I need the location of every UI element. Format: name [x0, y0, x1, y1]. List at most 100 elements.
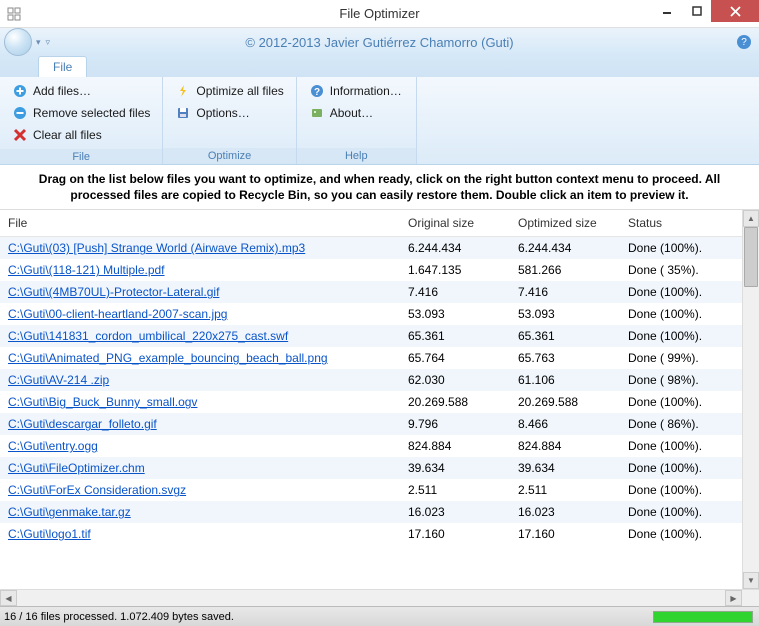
quick-access-toolbar[interactable]: ▾▿ — [36, 37, 50, 48]
table-row[interactable]: C:\Guti\00-client-heartland-2007-scan.jp… — [0, 303, 742, 325]
col-header-original[interactable]: Original size — [400, 210, 510, 237]
minimize-button[interactable] — [651, 0, 681, 22]
file-link[interactable]: C:\Guti\(118-121) Multiple.pdf — [8, 263, 165, 277]
vertical-scrollbar[interactable]: ▲ ▼ — [742, 210, 759, 589]
table-row[interactable]: C:\Guti\entry.ogg824.884824.884Done (100… — [0, 435, 742, 457]
cell-file[interactable]: C:\Guti\(03) [Push] Strange World (Airwa… — [0, 237, 400, 260]
cell-original: 53.093 — [400, 303, 510, 325]
clear-files-label: Clear all files — [33, 128, 102, 142]
cell-file[interactable]: C:\Guti\logo1.tif — [0, 523, 400, 545]
table-row[interactable]: C:\Guti\141831_cordon_umbilical_220x275_… — [0, 325, 742, 347]
add-files-label: Add files… — [33, 84, 91, 98]
scroll-thumb[interactable] — [744, 227, 758, 287]
options-label: Options… — [196, 106, 249, 120]
cell-optimized: 20.269.588 — [510, 391, 620, 413]
file-link[interactable]: C:\Guti\entry.ogg — [8, 439, 98, 453]
table-row[interactable]: C:\Guti\(4MB70UL)-Protector-Lateral.gif 7… — [0, 281, 742, 303]
file-link[interactable]: C:\Guti\genmake.tar.gz — [8, 505, 131, 519]
file-link[interactable]: C:\Guti\FileOptimizer.chm — [8, 461, 145, 475]
disk-icon — [175, 105, 191, 121]
ribbon-group-optimize: Optimize all files Options… Optimize — [163, 77, 296, 164]
close-button[interactable] — [711, 0, 759, 22]
cell-original: 16.023 — [400, 501, 510, 523]
header: ▾▿ © 2012-2013 Javier Gutiérrez Chamorro… — [0, 28, 759, 56]
cell-original: 7.416 — [400, 281, 510, 303]
table-header-row: File Original size Optimized size Status — [0, 210, 742, 237]
cell-file[interactable]: C:\Guti\00-client-heartland-2007-scan.jp… — [0, 303, 400, 325]
file-link[interactable]: C:\Guti\logo1.tif — [8, 527, 91, 541]
window-controls — [651, 0, 759, 22]
help-icon[interactable]: ? — [737, 35, 751, 49]
file-link[interactable]: C:\Guti\00-client-heartland-2007-scan.jp… — [8, 307, 227, 321]
cell-status: Done ( 86%). — [620, 413, 742, 435]
scroll-left-button[interactable]: ◀ — [0, 590, 17, 606]
clear-files-button[interactable]: Clear all files — [8, 125, 154, 145]
options-button[interactable]: Options… — [171, 103, 287, 123]
cell-optimized: 581.266 — [510, 259, 620, 281]
cell-original: 39.634 — [400, 457, 510, 479]
table-row[interactable]: C:\Guti\genmake.tar.gz16.02316.023Done (… — [0, 501, 742, 523]
app-orb[interactable] — [4, 28, 32, 56]
about-icon — [309, 105, 325, 121]
hscroll-track[interactable] — [17, 590, 725, 606]
information-button[interactable]: ? Information… — [305, 81, 408, 101]
table-row[interactable]: C:\Guti\descargar_folleto.gif9.7968.466D… — [0, 413, 742, 435]
remove-files-label: Remove selected files — [33, 106, 150, 120]
table-row[interactable]: C:\Guti\Big_Buck_Bunny_small.ogv 20.269.5… — [0, 391, 742, 413]
cell-file[interactable]: C:\Guti\Big_Buck_Bunny_small.ogv — [0, 391, 400, 413]
maximize-button[interactable] — [681, 0, 711, 22]
ribbon-group-help: ? Information… About… Help — [297, 77, 417, 164]
file-link[interactable]: C:\Guti\Animated_PNG_example_bouncing_be… — [8, 351, 328, 365]
optimize-all-label: Optimize all files — [196, 84, 283, 98]
statusbar: 16 / 16 files processed. 1.072.409 bytes… — [0, 606, 759, 626]
file-table[interactable]: File Original size Optimized size Status… — [0, 210, 742, 545]
table-row[interactable]: C:\Guti\AV-214 .zip62.03061.106Done ( 98… — [0, 369, 742, 391]
cell-file[interactable]: C:\Guti\AV-214 .zip — [0, 369, 400, 391]
file-link[interactable]: C:\Guti\ForEx Consideration.svgz — [8, 483, 186, 497]
table-row[interactable]: C:\Guti\FileOptimizer.chm39.63439.634Don… — [0, 457, 742, 479]
cell-file[interactable]: C:\Guti\genmake.tar.gz — [0, 501, 400, 523]
cell-status: Done (100%). — [620, 501, 742, 523]
cell-optimized: 6.244.434 — [510, 237, 620, 260]
file-link[interactable]: C:\Guti\(4MB70UL)-Protector-Lateral.gif — [8, 285, 219, 299]
scroll-right-button[interactable]: ▶ — [725, 590, 742, 606]
tab-file[interactable]: File — [38, 56, 87, 77]
col-header-optimized[interactable]: Optimized size — [510, 210, 620, 237]
remove-files-button[interactable]: Remove selected files — [8, 103, 154, 123]
cell-file[interactable]: C:\Guti\ForEx Consideration.svgz — [0, 479, 400, 501]
table-row[interactable]: C:\Guti\(03) [Push] Strange World (Airwa… — [0, 237, 742, 260]
table-row[interactable]: C:\Guti\Animated_PNG_example_bouncing_be… — [0, 347, 742, 369]
scroll-up-button[interactable]: ▲ — [743, 210, 759, 227]
table-row[interactable]: C:\Guti\(118-121) Multiple.pdf1.647.1355… — [0, 259, 742, 281]
svg-text:?: ? — [314, 87, 320, 98]
cell-file[interactable]: C:\Guti\(118-121) Multiple.pdf — [0, 259, 400, 281]
add-files-button[interactable]: Add files… — [8, 81, 154, 101]
col-header-status[interactable]: Status — [620, 210, 742, 237]
file-link[interactable]: C:\Guti\(03) [Push] Strange World (Airwa… — [8, 241, 305, 255]
ribbon-group-file: Add files… Remove selected files Clear a… — [0, 77, 163, 164]
file-link[interactable]: C:\Guti\descargar_folleto.gif — [8, 417, 157, 431]
about-label: About… — [330, 106, 373, 120]
cell-status: Done (100%). — [620, 479, 742, 501]
cell-file[interactable]: C:\Guti\descargar_folleto.gif — [0, 413, 400, 435]
table-row[interactable]: C:\Guti\logo1.tif17.16017.160Done (100%)… — [0, 523, 742, 545]
cell-file[interactable]: C:\Guti\entry.ogg — [0, 435, 400, 457]
cell-original: 65.361 — [400, 325, 510, 347]
file-link[interactable]: C:\Guti\AV-214 .zip — [8, 373, 109, 387]
optimize-all-button[interactable]: Optimize all files — [171, 81, 287, 101]
table-row[interactable]: C:\Guti\ForEx Consideration.svgz2.5112.5… — [0, 479, 742, 501]
about-button[interactable]: About… — [305, 103, 408, 123]
cell-file[interactable]: C:\Guti\FileOptimizer.chm — [0, 457, 400, 479]
horizontal-scrollbar[interactable]: ◀ ▶ — [0, 589, 759, 606]
cell-file[interactable]: C:\Guti\(4MB70UL)-Protector-Lateral.gif — [0, 281, 400, 303]
cell-optimized: 65.361 — [510, 325, 620, 347]
cell-optimized: 16.023 — [510, 501, 620, 523]
file-link[interactable]: C:\Guti\Big_Buck_Bunny_small.ogv — [8, 395, 197, 409]
file-link[interactable]: C:\Guti\141831_cordon_umbilical_220x275_… — [8, 329, 288, 343]
cell-status: Done ( 98%). — [620, 369, 742, 391]
cell-file[interactable]: C:\Guti\Animated_PNG_example_bouncing_be… — [0, 347, 400, 369]
scroll-down-button[interactable]: ▼ — [743, 572, 759, 589]
cell-file[interactable]: C:\Guti\141831_cordon_umbilical_220x275_… — [0, 325, 400, 347]
ribbon-group-help-label: Help — [297, 148, 416, 164]
col-header-file[interactable]: File — [0, 210, 400, 237]
